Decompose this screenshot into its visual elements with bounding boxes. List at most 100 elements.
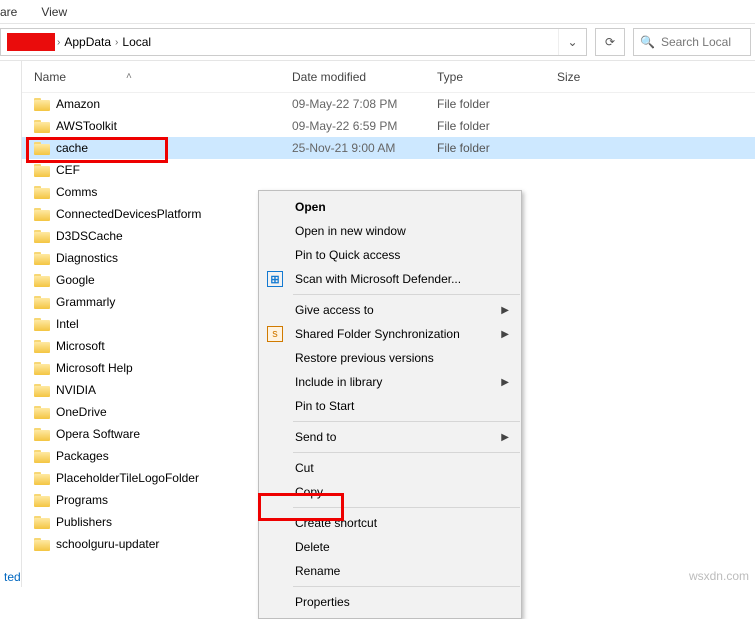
chevron-right-icon: ▶ <box>501 377 509 388</box>
folder-icon <box>34 98 50 111</box>
ctx-open[interactable]: Open <box>259 195 521 219</box>
cell-name: Comms <box>22 185 280 199</box>
ctx-give-access-label: Give access to <box>295 303 374 317</box>
folder-icon <box>34 494 50 507</box>
cell-name: NVIDIA <box>22 383 280 397</box>
breadcrumb-local[interactable]: Local <box>120 29 153 55</box>
ctx-scan-defender[interactable]: ⊞ Scan with Microsoft Defender... <box>259 267 521 291</box>
cell-name: Publishers <box>22 515 280 529</box>
ribbon: are View <box>0 0 755 24</box>
file-name: Opera Software <box>56 427 140 441</box>
cell-type: File folder <box>425 119 545 133</box>
ctx-include-library[interactable]: Include in library ▶ <box>259 370 521 394</box>
file-name: Microsoft <box>56 339 105 353</box>
column-name-label: Name <box>34 70 66 84</box>
refresh-icon: ⟳ <box>605 35 615 49</box>
folder-icon <box>34 186 50 199</box>
column-header-type[interactable]: Type <box>425 70 545 84</box>
cell-name: Amazon <box>22 97 280 111</box>
ctx-cut[interactable]: Cut <box>259 456 521 480</box>
breadcrumb-redacted <box>7 33 55 51</box>
tab-view[interactable]: View <box>29 0 79 23</box>
table-row[interactable]: Amazon09-May-22 7:08 PMFile folder <box>22 93 755 115</box>
ctx-properties[interactable]: Properties <box>259 590 521 614</box>
cell-name: Diagnostics <box>22 251 280 265</box>
file-name: Publishers <box>56 515 112 529</box>
ctx-send-to[interactable]: Send to ▶ <box>259 425 521 449</box>
cell-date: 09-May-22 6:59 PM <box>280 119 425 133</box>
folder-icon <box>34 538 50 551</box>
footer-selected-link[interactable]: ted <box>4 570 21 584</box>
search-icon: 🔍 <box>640 35 655 49</box>
file-name: AWSToolkit <box>56 119 117 133</box>
watermark: wsxdn.com <box>689 569 749 583</box>
folder-icon <box>34 208 50 221</box>
cell-name: schoolguru-updater <box>22 537 280 551</box>
ctx-delete[interactable]: Delete <box>259 535 521 559</box>
cell-name: cache <box>22 141 280 155</box>
ctx-rename[interactable]: Rename <box>259 559 521 583</box>
cell-name: D3DSCache <box>22 229 280 243</box>
address-dropdown[interactable]: ⌄ <box>558 29 586 55</box>
ctx-restore-previous[interactable]: Restore previous versions <box>259 346 521 370</box>
ctx-give-access-to[interactable]: Give access to ▶ <box>259 298 521 322</box>
cell-type: File folder <box>425 141 545 155</box>
cell-name: PlaceholderTileLogoFolder <box>22 471 280 485</box>
file-name: Grammarly <box>56 295 115 309</box>
cell-date: 25-Nov-21 9:00 AM <box>280 141 425 155</box>
table-row[interactable]: CEF <box>22 159 755 181</box>
footer: ted <box>0 567 21 587</box>
ctx-pin-quick-access[interactable]: Pin to Quick access <box>259 243 521 267</box>
file-name: Programs <box>56 493 108 507</box>
ctx-separator <box>293 294 520 295</box>
folder-icon <box>34 472 50 485</box>
folder-icon <box>34 230 50 243</box>
ctx-include-library-label: Include in library <box>295 375 382 389</box>
ctx-create-shortcut[interactable]: Create shortcut <box>259 511 521 535</box>
breadcrumb[interactable]: › AppData › Local <box>1 29 157 55</box>
search-placeholder: Search Local <box>661 35 731 49</box>
folder-icon <box>34 428 50 441</box>
cell-name: Google <box>22 273 280 287</box>
file-name: Intel <box>56 317 79 331</box>
file-name: Microsoft Help <box>56 361 133 375</box>
refresh-button[interactable]: ⟳ <box>595 28 625 56</box>
ctx-scan-defender-label: Scan with Microsoft Defender... <box>295 272 461 286</box>
ctx-copy[interactable]: Copy <box>259 480 521 504</box>
column-header-size[interactable]: Size <box>545 70 625 84</box>
cell-name: OneDrive <box>22 405 280 419</box>
file-name: Amazon <box>56 97 100 111</box>
ctx-pin-to-start[interactable]: Pin to Start <box>259 394 521 418</box>
ctx-open-new-window[interactable]: Open in new window <box>259 219 521 243</box>
chevron-right-icon: ▶ <box>501 329 509 340</box>
folder-icon <box>34 252 50 265</box>
chevron-right-icon: › <box>57 37 60 48</box>
ctx-shared-folder-sync[interactable]: s Shared Folder Synchronization ▶ <box>259 322 521 346</box>
context-menu: Open Open in new window Pin to Quick acc… <box>258 190 522 619</box>
file-name: OneDrive <box>56 405 107 419</box>
address-bar[interactable]: › AppData › Local ⌄ <box>0 28 587 56</box>
cell-name: Opera Software <box>22 427 280 441</box>
file-name: Packages <box>56 449 109 463</box>
file-name: schoolguru-updater <box>56 537 159 551</box>
table-row[interactable]: AWSToolkit 09-May-22 6:59 PMFile folder <box>22 115 755 137</box>
chevron-down-icon: ⌄ <box>567 35 577 49</box>
ctx-shared-sync-label: Shared Folder Synchronization <box>295 327 460 341</box>
folder-icon <box>34 120 50 133</box>
search-input[interactable]: 🔍 Search Local <box>633 28 751 56</box>
cell-type: File folder <box>425 97 545 111</box>
column-header-name[interactable]: Name ˄ <box>22 70 280 84</box>
tab-share[interactable]: are <box>0 0 29 23</box>
cell-name: Packages <box>22 449 280 463</box>
file-name: CEF <box>56 163 80 177</box>
column-header-date[interactable]: Date modified <box>280 70 425 84</box>
cell-name: ConnectedDevicesPlatform <box>22 207 280 221</box>
ctx-separator <box>293 421 520 422</box>
file-name: Google <box>56 273 95 287</box>
cell-name: Grammarly <box>22 295 280 309</box>
table-row[interactable]: cache 25-Nov-21 9:00 AMFile folder <box>22 137 755 159</box>
folder-icon <box>34 384 50 397</box>
address-row: › AppData › Local ⌄ ⟳ 🔍 Search Local <box>0 24 755 61</box>
file-name: cache <box>56 141 88 155</box>
breadcrumb-appdata[interactable]: AppData <box>62 29 113 55</box>
